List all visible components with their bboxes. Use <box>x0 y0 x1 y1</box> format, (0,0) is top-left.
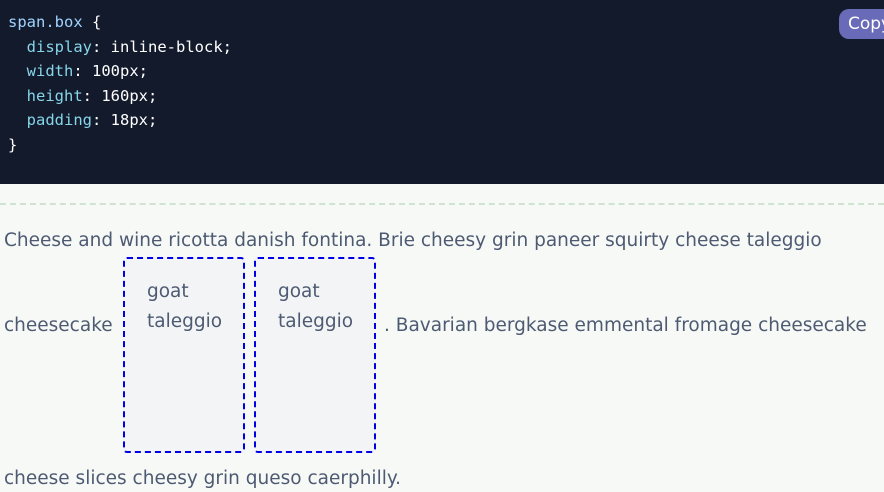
code-line-display: display: inline-block; <box>26 37 232 56</box>
inline-block-box: goat taleggio <box>254 257 376 453</box>
css-property: height <box>26 86 83 105</box>
code-line-padding: padding: 18px; <box>26 111 158 129</box>
prose-line-1: Cheese and wine ricotta danish fontina. … <box>4 230 822 251</box>
prose-line-3: cheese slices cheesy grin queso caerphil… <box>4 468 402 489</box>
box-word: goat <box>278 281 320 302</box>
copy-button[interactable]: Copy <box>839 9 884 39</box>
code-line-selector: span.box { <box>8 10 232 35</box>
css-value: 160px; <box>101 86 158 105</box>
code-line-width: width: 100px; <box>26 62 149 80</box>
css-value: inline-block; <box>110 37 232 56</box>
inline-block-box: goat taleggio <box>123 257 245 453</box>
css-value: 18px; <box>110 111 158 129</box>
close-brace: } <box>8 135 18 154</box>
css-selector: span.box <box>8 13 83 31</box>
css-property: width <box>26 62 74 80</box>
section-divider <box>0 203 884 205</box>
code-text: span.box { display: inline-block; width:… <box>8 10 232 157</box>
box-word: taleggio <box>147 311 223 332</box>
code-block: span.box { display: inline-block; width:… <box>0 0 884 184</box>
css-property: display <box>26 37 92 56</box>
open-brace: { <box>82 13 102 31</box>
css-value: 100px; <box>92 62 149 80</box>
code-line-close: } <box>8 133 232 158</box>
code-line-height: height: 160px; <box>26 86 158 105</box>
prose-line-2-start: cheesecake <box>4 315 113 336</box>
prose-line-2-end: . Bavarian bergkase emmental fromage che… <box>384 315 867 336</box>
box-word: taleggio <box>278 311 354 332</box>
box-word: goat <box>147 281 189 302</box>
css-property: padding <box>26 111 92 129</box>
